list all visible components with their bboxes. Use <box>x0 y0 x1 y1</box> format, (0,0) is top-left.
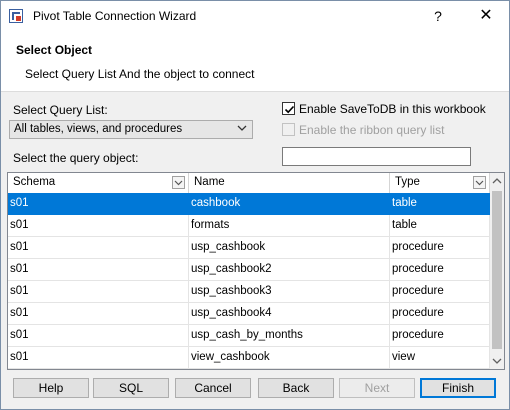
table-row[interactable]: s01 formats table <box>8 215 490 237</box>
cell-type: table <box>392 219 417 231</box>
scroll-down-icon[interactable] <box>490 353 504 369</box>
cell-type: procedure <box>392 241 444 253</box>
wizard-header: Select Object Select Query List And the … <box>1 31 509 92</box>
cell-name: usp_cashbook <box>191 241 266 253</box>
cell-type: procedure <box>392 263 444 275</box>
checkmark-icon <box>284 105 295 114</box>
table-row[interactable]: s01 usp_cashbook2 procedure <box>8 259 490 281</box>
cell-name: usp_cashbook2 <box>191 263 272 275</box>
finish-button[interactable]: Finish <box>420 378 496 398</box>
scrollbar-thumb[interactable] <box>492 191 502 349</box>
cell-name: usp_cashbook4 <box>191 307 272 319</box>
table-row[interactable]: s01 usp_cash_by_months procedure <box>8 325 490 347</box>
query-list-value: All tables, views, and procedures <box>14 123 183 135</box>
table-row[interactable]: s01 usp_cashbook procedure <box>8 237 490 259</box>
cell-schema: s01 <box>10 263 29 275</box>
help-button[interactable]: Help <box>13 378 89 398</box>
filter-dropdown-icon[interactable] <box>172 176 185 189</box>
cell-schema: s01 <box>10 197 29 209</box>
cell-name: view_cashbook <box>191 351 270 363</box>
column-header-type[interactable]: Type <box>390 173 490 193</box>
wizard-window: Pivot Table Connection Wizard ? ✕ Select… <box>0 0 510 410</box>
cancel-button[interactable]: Cancel <box>175 378 251 398</box>
query-object-input[interactable] <box>282 147 471 166</box>
column-header-text: Name <box>194 176 225 188</box>
cell-type: procedure <box>392 285 444 297</box>
column-header-schema[interactable]: Schema <box>8 173 189 193</box>
savetodb-label[interactable]: Enable SaveToDB in this workbook <box>299 102 486 116</box>
page-title: Select Object <box>16 43 93 57</box>
title-bar: Pivot Table Connection Wizard ? ✕ <box>1 1 509 31</box>
help-title-button[interactable]: ? <box>428 6 448 26</box>
cell-schema: s01 <box>10 241 29 253</box>
close-button[interactable]: ✕ <box>476 6 496 26</box>
query-list-label: Select Query List: <box>13 103 108 117</box>
cell-schema: s01 <box>10 307 29 319</box>
table-row[interactable]: s01 view_cashbook view <box>8 347 490 369</box>
chevron-down-icon <box>237 125 247 131</box>
cell-name: usp_cashbook3 <box>191 285 272 297</box>
scroll-up-icon[interactable] <box>490 173 504 189</box>
query-object-label: Select the query object: <box>13 151 139 165</box>
vertical-scrollbar[interactable] <box>490 173 504 369</box>
cell-schema: s01 <box>10 329 29 341</box>
cell-schema: s01 <box>10 219 29 231</box>
table-row[interactable]: s01 usp_cashbook4 procedure <box>8 303 490 325</box>
next-button[interactable]: Next <box>339 378 415 398</box>
table-row[interactable]: s01 cashbook table <box>8 193 490 215</box>
query-list-dropdown[interactable]: All tables, views, and procedures <box>9 120 253 139</box>
cell-schema: s01 <box>10 351 29 363</box>
objects-grid[interactable]: Schema Name Type s01 cashbook table s01 <box>7 172 505 370</box>
table-row[interactable]: s01 usp_cashbook3 procedure <box>8 281 490 303</box>
column-header-text: Type <box>395 176 420 188</box>
ribbon-query-label: Enable the ribbon query list <box>299 123 445 137</box>
cell-type: view <box>392 351 416 363</box>
cell-type: table <box>392 197 417 209</box>
sql-button[interactable]: SQL <box>93 378 169 398</box>
ribbon-query-checkbox[interactable] <box>282 123 295 136</box>
cell-type: procedure <box>392 329 444 341</box>
grid-header: Schema Name Type <box>8 173 490 194</box>
cell-name: cashbook <box>191 197 241 209</box>
cell-type: procedure <box>392 307 444 319</box>
window-title: Pivot Table Connection Wizard <box>33 9 197 23</box>
cell-schema: s01 <box>10 285 29 297</box>
cell-name: usp_cash_by_months <box>191 329 303 341</box>
filter-dropdown-icon[interactable] <box>473 176 486 189</box>
pivot-table-icon <box>9 9 23 23</box>
column-header-name[interactable]: Name <box>189 173 390 193</box>
cell-name: formats <box>191 219 230 231</box>
page-subtitle: Select Query List And the object to conn… <box>25 67 255 81</box>
back-button[interactable]: Back <box>258 378 334 398</box>
savetodb-checkbox[interactable] <box>282 102 295 115</box>
column-header-text: Schema <box>13 176 56 188</box>
